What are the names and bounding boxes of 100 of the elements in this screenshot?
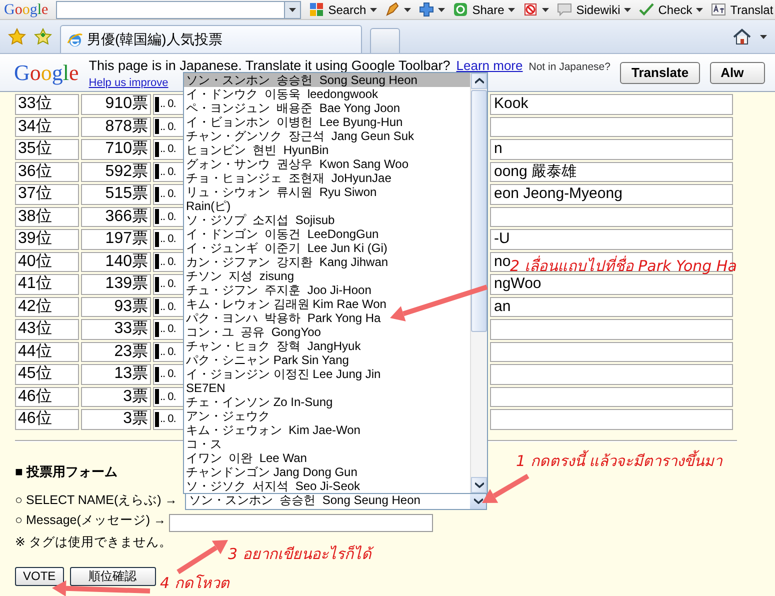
rank-cell: 39位 — [15, 229, 79, 250]
name-text: no — [494, 252, 511, 270]
check-icon — [639, 2, 654, 17]
share-text: .. 0. — [160, 277, 176, 292]
dropdown-option[interactable]: イ・ジュンギ 이준기 Lee Jun Ki (Gi) — [184, 241, 470, 255]
share-text: .. 0. — [160, 164, 176, 180]
share-text: .. 0. — [160, 367, 176, 382]
rank-cell: 36位 — [15, 162, 79, 182]
dropdown-option[interactable]: ペ・ヨンジュン 배용준 Bae Yong Joon — [184, 101, 470, 115]
toolbar-button[interactable]: Translat — [711, 2, 774, 17]
caret-icon — [404, 8, 412, 12]
votes-cell: 878票 — [81, 116, 151, 137]
share-text: .. 0. — [160, 120, 176, 135]
name-text: oong 嚴泰雄 — [494, 162, 577, 180]
votes-cell: 139票 — [81, 274, 151, 294]
share-text: .. 0. — [160, 390, 176, 405]
caret-icon — [542, 8, 550, 12]
share-icon — [453, 2, 468, 17]
votes-cell: 23票 — [81, 342, 151, 362]
name-text: Kook — [494, 95, 528, 112]
rank-cell: 44位 — [15, 342, 79, 362]
dropdown-option[interactable]: ヒョンビン 현빈 HyunBin — [184, 143, 470, 157]
share-text: .. 0. — [160, 142, 176, 158]
dropdown-option[interactable]: チェ・インソン Zo In-Sung — [184, 395, 470, 409]
scroll-up-button[interactable] — [471, 73, 487, 89]
dropdown-option[interactable]: ソン・スンホン 송승헌 Song Seung Heon — [184, 73, 470, 87]
dropdown-option[interactable]: イ・ビョンホン 이병헌 Lee Byung-Hun — [184, 115, 470, 129]
dropdown-option[interactable]: Rain(ピ) — [184, 199, 470, 213]
blocked-icon — [523, 2, 538, 17]
share-text: .. 0. — [160, 97, 176, 112]
dropdown-option[interactable]: チャン・グンソク 장근석 Jang Geun Suk — [184, 129, 470, 143]
search-field[interactable] — [56, 0, 302, 18]
translate-prompt: This page is in Japanese. Translate it using Google Toolbar? — [88, 59, 450, 73]
dropdown-option[interactable]: パク・シニャン Park Sin Yang — [184, 353, 470, 367]
translate-button[interactable]: Alw — [710, 62, 765, 84]
toolbar-button[interactable]: Search — [309, 2, 378, 17]
share-text: .. 0. — [160, 187, 176, 202]
help-link[interactable]: Help us improve — [88, 77, 168, 89]
dropdown-option[interactable]: リュ・シウォン 류시원 Ryu Siwon — [184, 185, 470, 199]
form-note: ※ タグは使用できません。 — [15, 534, 172, 550]
home-icon[interactable] — [732, 28, 752, 46]
dropdown-option[interactable]: ソ・ジソク 서지석 Seo Ji-Seok — [184, 479, 470, 493]
rank-cell: 37位 — [15, 184, 79, 204]
learn-more-link[interactable]: Learn more — [456, 58, 523, 73]
rank-cell: 35位 — [15, 139, 79, 160]
scroll-down-button[interactable] — [471, 477, 487, 493]
name-text: -U — [494, 230, 510, 248]
dropdown-option[interactable]: チャン・ヒョク 장혁 JangHyuk — [184, 339, 470, 353]
translate-icon — [711, 2, 726, 17]
message-field[interactable] — [169, 514, 433, 532]
dropdown-option[interactable]: イワン 이완 Lee Wan — [184, 451, 470, 465]
scrollbar[interactable] — [470, 73, 487, 493]
caret-icon — [474, 498, 482, 504]
dropdown-option[interactable]: パク・ヨンハ 박용하 Park Yong Ha — [184, 311, 470, 325]
dropdown-option[interactable]: イ・ドンゴン 이동건 LeeDongGun — [184, 227, 470, 241]
dropdown-option[interactable]: ソ・ジソプ 소지섭 Sojisub — [184, 213, 470, 227]
scroll-thumb[interactable] — [471, 90, 487, 332]
caret-icon — [696, 8, 704, 12]
star-plus-icon[interactable] — [34, 28, 52, 46]
vote-button[interactable]: VOTE — [15, 566, 64, 586]
share-text: .. 0. — [160, 210, 176, 225]
dropdown-option[interactable]: コン・ユ 공유 GongYoo — [184, 325, 470, 339]
search-icon — [309, 2, 324, 17]
plus-button[interactable] — [419, 2, 446, 17]
dropdown-option[interactable]: チョ・ヒョンジェ 조현재 JoHyunJae — [184, 171, 470, 185]
caret-icon[interactable] — [760, 34, 767, 38]
ranking-button[interactable]: 順位確認 — [70, 566, 156, 586]
name-label: ○ SELECT NAME(えらぶ) → — [15, 492, 178, 509]
votes-cell: 3票 — [81, 386, 151, 407]
dropdown-option[interactable]: チュ・ジフン 주지훈 Joo Ji-Hoon — [184, 283, 470, 297]
toolbar-button[interactable]: Share — [453, 2, 516, 17]
pencil-button[interactable] — [385, 2, 412, 17]
dropdown-option[interactable]: コ・ス — [184, 437, 470, 451]
star-icon[interactable] — [8, 28, 26, 46]
dropdown-option[interactable]: チャンドンゴン Jang Dong Gun — [184, 465, 470, 479]
rank-cell: 46位 — [15, 409, 79, 430]
dropdown-option[interactable]: チソン 지성 zisung — [184, 269, 470, 283]
dropdown-option[interactable]: イ・ジョンジン 이정진 Lee Jung Jin — [184, 367, 470, 381]
toolbar-button[interactable]: Check — [639, 2, 704, 17]
share-text: .. 0. — [160, 232, 176, 248]
caret-up-icon — [474, 78, 484, 84]
rank-cell: 45位 — [15, 364, 79, 384]
dropdown-option[interactable]: グォン・サンウ 권상우 Kwon Sang Woo — [184, 157, 470, 171]
dropdown-option[interactable]: キム・レウォン 김래원 Kim Rae Won — [184, 297, 470, 311]
name-text: eon Jeong-Myeong — [494, 185, 622, 202]
votes-cell: 3票 — [81, 409, 151, 430]
translate-button[interactable]: Translate — [620, 62, 700, 84]
rank-cell: 38位 — [15, 206, 79, 227]
blocked-button[interactable] — [523, 2, 550, 17]
dropdown-option[interactable]: イ・ドンウク 이동욱 leedongwook — [184, 87, 470, 101]
browser-tab[interactable]: 男優(韓国編)人気投票 — [60, 25, 362, 53]
dropdown-option[interactable]: SE7EN — [184, 381, 470, 395]
dropdown-option[interactable]: カン・ジファン 강지환 Kang Jihwan — [184, 255, 470, 269]
toolbar-button[interactable]: Sidewiki — [557, 2, 632, 17]
votes-cell: 33票 — [81, 319, 151, 340]
dropdown-option[interactable]: アン・ジェウク — [184, 409, 470, 423]
dropdown-option[interactable]: キム・ジェウォン Kim Jae-Won — [184, 423, 470, 437]
message-label: ○ Message(メッセージ) → — [15, 512, 168, 529]
share-text: .. 0. — [160, 412, 176, 428]
caret-icon[interactable] — [289, 8, 296, 12]
